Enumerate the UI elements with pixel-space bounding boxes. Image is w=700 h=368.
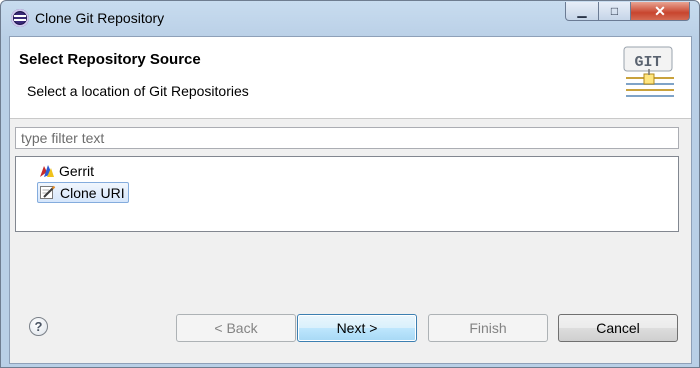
page-description: Select a location of Git Repositories (27, 83, 249, 99)
maximize-button[interactable]: □ (598, 2, 631, 21)
clone-uri-icon (40, 185, 56, 199)
window-title: Clone Git Repository (35, 10, 165, 26)
filter-input[interactable] (15, 127, 679, 149)
dialog-window: Clone Git Repository ▁ □ ✕ Select Reposi… (0, 0, 700, 368)
list-item-label: Clone URI (60, 184, 125, 201)
cancel-button[interactable]: Cancel (558, 314, 678, 342)
gerrit-icon (40, 165, 54, 177)
page-title: Select Repository Source (19, 51, 201, 68)
list-item-label: Gerrit (59, 162, 94, 179)
git-logo-text: GIT (634, 54, 661, 71)
list-item-gerrit[interactable]: Gerrit (37, 160, 97, 181)
minimize-icon: ▁ (577, 4, 587, 18)
maximize-icon: □ (610, 4, 619, 18)
list-item-clone-uri[interactable]: Clone URI (37, 182, 129, 203)
button-bar: ? < Back Next > Finish Cancel (10, 295, 691, 365)
close-button[interactable]: ✕ (630, 2, 690, 21)
eclipse-icon (11, 9, 29, 27)
next-button[interactable]: Next > (297, 314, 417, 342)
dialog-body: Select Repository Source Select a locati… (9, 36, 692, 364)
title-bar[interactable]: Clone Git Repository ▁ □ ✕ (1, 1, 699, 35)
finish-button[interactable]: Finish (428, 314, 548, 342)
back-button[interactable]: < Back (176, 314, 296, 342)
git-logo-icon: GIT (623, 46, 674, 97)
close-icon: ✕ (654, 2, 666, 19)
wizard-header: Select Repository Source Select a locati… (10, 37, 691, 119)
repository-source-list[interactable]: Gerrit Clone URI (15, 156, 679, 232)
minimize-button[interactable]: ▁ (565, 2, 599, 21)
help-icon[interactable]: ? (29, 317, 48, 336)
